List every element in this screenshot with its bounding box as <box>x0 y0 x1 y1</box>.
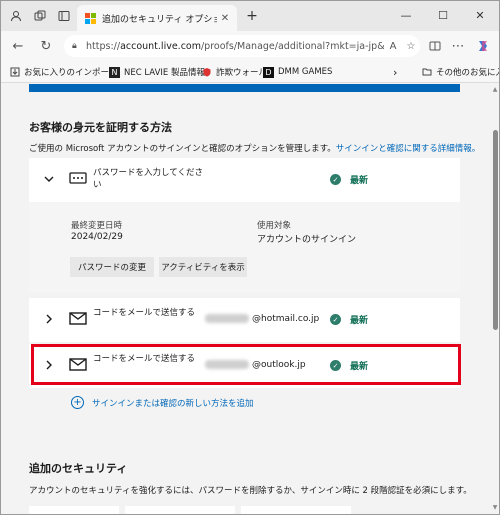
view-activity-button[interactable]: アクティビティを表示 <box>159 257 247 277</box>
usage-value: アカウントのサインイン <box>257 235 357 245</box>
last-changed-label: 最終変更日時 <box>71 221 123 231</box>
change-password-button[interactable]: パスワードの変更 <box>70 257 154 277</box>
chevron-right-icon[interactable] <box>43 312 55 326</box>
bookmarks-more-button[interactable]: › <box>393 65 397 79</box>
tab-security-options[interactable]: 追加のセキュリティ オプション ✕ <box>77 5 237 31</box>
scroll-down-icon[interactable]: ▼ <box>492 504 498 511</box>
shield-icon <box>201 67 212 78</box>
chevron-down-icon[interactable] <box>43 172 55 186</box>
bookmarks-bar: お気に入りのインポート N NEC LAVIE 製品情報 詐欺ウォール D DM… <box>1 61 499 83</box>
status-badge: 最新 <box>350 316 369 326</box>
card-stub <box>29 506 119 514</box>
other-favorites[interactable]: その他のお気に入り <box>421 65 499 79</box>
email-address: @hotmail.co.jp <box>205 314 319 324</box>
address-bar[interactable]: 🔒︎ https://account.live.com/proofs/Manag… <box>64 35 420 57</box>
check-icon: ✓ <box>330 174 341 185</box>
reader-mode-icon[interactable]: A <box>384 41 402 52</box>
scroll-up-icon[interactable]: ▲ <box>492 86 498 93</box>
bookmark-nec[interactable]: N NEC LAVIE 製品情報 <box>109 65 205 79</box>
page-content: お客様の身元を証明する方法 ご使用の Microsoft アカウントのサインイン… <box>1 84 491 514</box>
workspaces-icon[interactable] <box>31 7 49 25</box>
back-icon[interactable]: ← <box>9 37 27 55</box>
highlight-box <box>31 344 461 385</box>
method-row-password[interactable]: パスワードを入力してください ✓ 最新 <box>29 158 460 202</box>
dmm-icon: D <box>263 66 274 78</box>
lock-icon: 🔒︎ <box>72 41 77 51</box>
browser-window: 追加のセキュリティ オプション ✕ + — ☐ ✕ ← ↻ 🔒︎ https:/… <box>0 0 500 515</box>
tab-title: 追加のセキュリティ オプション <box>102 14 217 25</box>
nec-icon: N <box>109 66 120 78</box>
last-changed-value: 2024/02/29 <box>71 232 123 242</box>
card-stub <box>241 506 351 514</box>
card-stub <box>125 506 235 514</box>
bookmark-dmm[interactable]: D DMM GAMES <box>263 65 332 79</box>
favorite-star-icon[interactable]: ☆ <box>402 41 420 52</box>
more-options-icon[interactable]: ⋯ <box>449 37 467 55</box>
status-badge: 最新 <box>350 176 369 186</box>
section-title-additional-security: 追加のセキュリティ <box>29 462 128 475</box>
copilot-icon[interactable] <box>474 37 492 55</box>
split-screen-icon[interactable] <box>426 37 444 55</box>
tab-actions-icon[interactable] <box>55 7 73 25</box>
bookmark-import[interactable]: お気に入りのインポート <box>9 65 118 79</box>
check-icon: ✓ <box>330 314 341 325</box>
method-label: コードをメールで送信する <box>93 308 196 318</box>
add-method-link[interactable]: + サインインまたは確認の新しい方法を追加 <box>71 396 254 409</box>
usage-label: 使用対象 <box>257 221 292 231</box>
new-tab-button[interactable]: + <box>243 7 261 25</box>
vertical-scrollbar[interactable]: ▲ ▼ <box>491 84 499 514</box>
navigation-bar: ← ↻ 🔒︎ https://account.live.com/proofs/M… <box>1 31 499 61</box>
redacted-text <box>205 314 249 323</box>
import-icon <box>9 67 20 78</box>
plus-icon: + <box>71 396 84 409</box>
method-row-email-hotmail[interactable]: コードをメールで送信する @hotmail.co.jp ✓ 最新 <box>29 298 460 342</box>
url-text: https://account.live.com/proofs/Manage/a… <box>86 40 384 52</box>
tab-close-icon[interactable]: ✕ <box>217 13 233 24</box>
section-description: ご使用の Microsoft アカウントのサインインと確認のオプションを管理しま… <box>29 144 481 154</box>
mail-icon <box>69 312 87 326</box>
profile-icon[interactable] <box>7 7 25 25</box>
password-detail-panel: 最終変更日時 2024/02/29 使用対象 アカウントのサインイン パスワード… <box>29 202 460 292</box>
bookmark-scam-wall[interactable]: 詐欺ウォール <box>201 65 267 79</box>
section2-description: アカウントのセキュリティを強化するには、パスワードを削除するか、サインイン時に … <box>29 486 472 496</box>
learn-more-link[interactable]: サインインと確認に関する詳細情報。 <box>336 144 481 154</box>
title-bar: 追加のセキュリティ オプション ✕ + — ☐ ✕ <box>1 1 499 31</box>
section-title-verify: お客様の身元を証明する方法 <box>29 121 172 134</box>
method-label: パスワードを入力してください <box>93 168 203 190</box>
scrollbar-thumb[interactable] <box>493 130 498 330</box>
password-icon <box>69 172 87 186</box>
folder-icon <box>421 67 432 78</box>
maximize-button[interactable]: ☐ <box>433 5 453 25</box>
header-accent-bar <box>29 84 460 92</box>
close-window-button[interactable]: ✕ <box>470 5 490 25</box>
minimize-button[interactable]: — <box>396 5 416 25</box>
microsoft-logo-icon <box>85 12 96 24</box>
refresh-icon[interactable]: ↻ <box>37 37 55 55</box>
